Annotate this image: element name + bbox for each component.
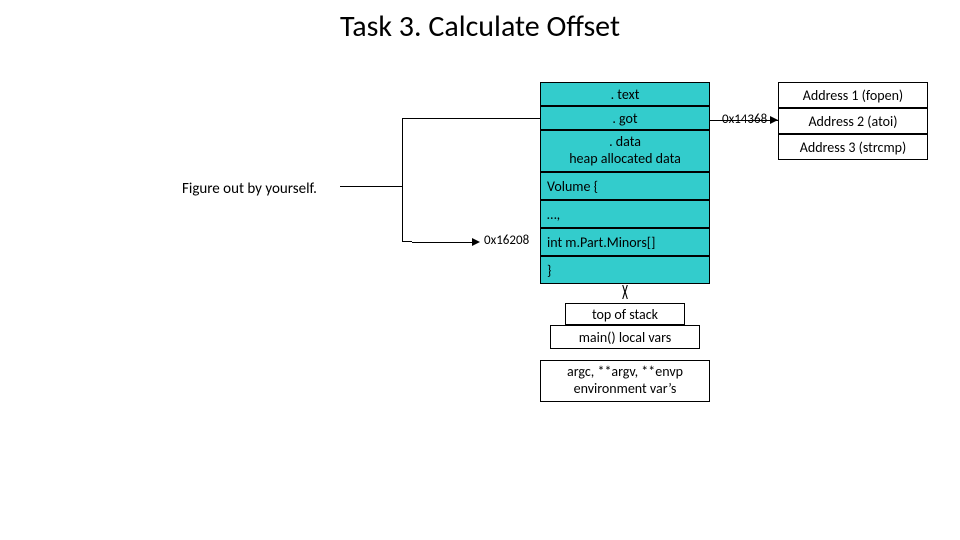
mem-data-heap: . data heap allocated data <box>540 130 710 172</box>
line-to-got <box>412 118 540 119</box>
addr-left-label: 0x16208 <box>484 233 529 248</box>
mem-minors: int m.Part.Minors[] <box>540 228 710 256</box>
bracket-connector <box>340 186 402 187</box>
mem-dots: …, <box>540 200 710 228</box>
mem-args-env: argc, **argv, **envp environment var’s <box>540 360 710 402</box>
got-addr-1: Address 1 (fopen) <box>778 82 928 108</box>
arrow-got-to-addr2-icon <box>770 116 778 124</box>
arrow-to-minors-icon <box>472 238 480 246</box>
got-addr-2: Address 2 (atoi) <box>778 108 928 134</box>
mem-main-locals: main() local vars <box>550 325 700 349</box>
mem-top-stack: top of stack <box>565 303 685 325</box>
line-got-to-addr2 <box>710 120 778 121</box>
got-addr-3: Address 3 (strcmp) <box>778 134 928 160</box>
line-to-minors <box>412 242 474 243</box>
mem-got: . got <box>540 106 710 130</box>
mem-text: . text <box>540 82 710 106</box>
mem-volume-open: Volume { <box>540 172 710 200</box>
bracket-icon <box>402 118 412 242</box>
mem-close: } <box>540 256 710 284</box>
figure-out-label: Figure out by yourself. <box>182 180 317 198</box>
gap-arrow-icon: ∨∧ <box>618 286 632 300</box>
page-title: Task 3. Calculate Offset <box>0 8 960 45</box>
